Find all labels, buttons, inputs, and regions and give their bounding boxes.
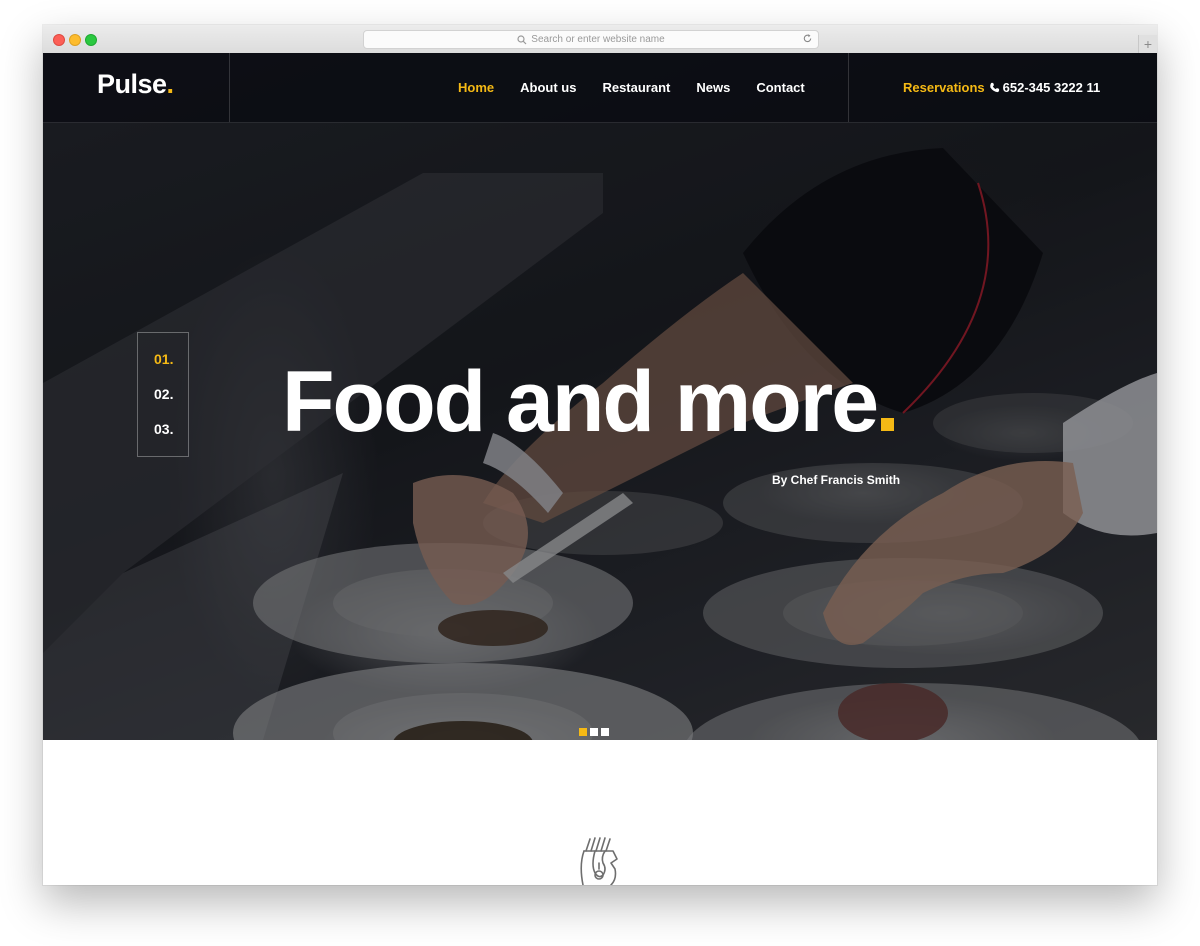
slider-pagination [579,728,612,736]
nav-divider [229,53,230,122]
reservations-label: Reservations [903,80,985,95]
zoom-window-button[interactable] [85,34,97,46]
slide-number-2[interactable]: 02. [154,386,173,402]
nav-contact[interactable]: Contact [756,80,804,95]
slider-bullet-1[interactable] [579,728,587,736]
reload-icon[interactable] [802,33,813,44]
slider-bullet-2[interactable] [590,728,598,736]
hero-byline: By Chef Francis Smith [772,473,901,487]
hero-headline-text: Food and more [282,354,879,450]
new-tab-button[interactable]: + [1138,35,1157,53]
slide-number-3[interactable]: 03. [154,421,173,437]
reservations[interactable]: Reservations 652-345 3222 11 [903,53,1100,122]
headline-accent-dot [881,418,895,431]
slide-counter: 01. 02. 03. [137,332,189,457]
main-menu: Home About us Restaurant News Contact [458,53,831,122]
browser-toolbar: Search or enter website name + [43,25,1157,54]
browser-window: Search or enter website name + Pulse. Ho… [43,25,1157,885]
nav-about-us[interactable]: About us [520,80,576,95]
nav-news[interactable]: News [696,80,730,95]
minimize-window-button[interactable] [69,34,81,46]
slider-bullet-3[interactable] [601,728,609,736]
nav-divider [848,53,849,122]
nav-restaurant[interactable]: Restaurant [602,80,670,95]
address-bar[interactable]: Search or enter website name [363,30,819,49]
brand-name: Pulse [97,69,167,99]
reservations-phone[interactable]: 652-345 3222 11 [1003,80,1101,95]
site-navbar: Pulse. Home About us Restaurant News Con… [43,53,1157,123]
search-icon [517,34,527,44]
close-window-button[interactable] [53,34,65,46]
brand-dot: . [166,69,175,99]
nav-home[interactable]: Home [458,80,494,95]
food-hand-icon [580,837,618,885]
slide-number-1[interactable]: 01. [154,351,173,367]
site-logo[interactable]: Pulse. [97,69,174,100]
hero-headline: Food and more [282,359,895,445]
hero-slider: Pulse. Home About us Restaurant News Con… [43,53,1157,740]
phone-icon [989,82,999,93]
address-bar-placeholder: Search or enter website name [531,34,665,45]
